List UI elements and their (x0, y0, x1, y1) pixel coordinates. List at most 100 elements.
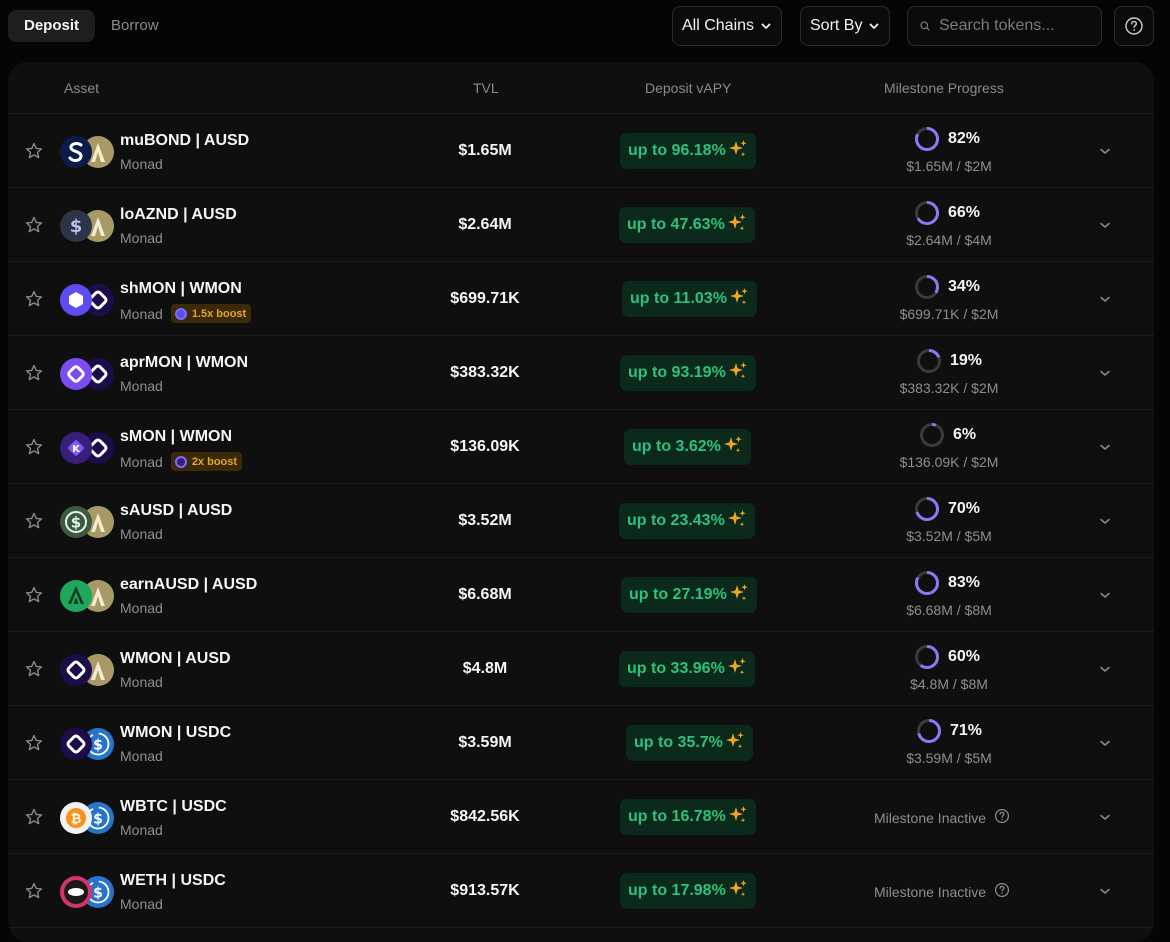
expand-chevron-icon[interactable] (1098, 662, 1112, 676)
favorite-star-icon[interactable] (24, 881, 44, 901)
boost-token-icon (174, 455, 187, 468)
expand-chevron-icon[interactable] (1098, 366, 1112, 380)
chain-label-wrap: Monad (120, 748, 163, 764)
table-row[interactable]: ₿ $ WBTC | USDC Monad $842.56K up to 16.78% Mi… (8, 780, 1154, 854)
token-pair-icons (60, 284, 114, 316)
table-row[interactable]: aprMON | WMON Monad $383.32K up to 93.19% 19… (8, 336, 1154, 410)
favorite-star-icon[interactable] (24, 511, 44, 531)
milestone-progress-ring (919, 422, 945, 448)
milestone-progress-text: $383.32K / $2M (899, 380, 999, 396)
apy-badge[interactable]: up to 11.03% (622, 281, 757, 317)
chain-label: Monad (120, 600, 163, 616)
chain-label: Monad (120, 896, 163, 912)
sausd-token-icon: $ (60, 506, 92, 538)
milestone-percent: 82% (948, 130, 981, 147)
chain-label: Monad (120, 453, 163, 470)
apy-badge[interactable]: up to 33.96% (619, 651, 755, 687)
milestone-progress-text: $6.68M / $8M (906, 602, 992, 618)
search-box (907, 6, 1102, 46)
milestone-percent: 34% (948, 278, 981, 295)
token-pair-icons (60, 136, 114, 168)
smon-token-icon: K (60, 432, 92, 464)
table-row[interactable]: $ sAUSD | AUSD Monad $3.52M up to 23.43% 70% $… (8, 484, 1154, 558)
table-row[interactable]: shMON | WMON Monad 1.5x boost $699.71K up to… (8, 262, 1154, 336)
apy-badge[interactable]: up to 3.62% (624, 429, 751, 465)
sort-dropdown[interactable]: Sort By (800, 6, 891, 46)
svg-text:$: $ (93, 738, 103, 754)
milestone-inactive-label: Milestone Inactive (874, 809, 987, 826)
search-input[interactable] (939, 17, 1089, 35)
help-button[interactable] (1114, 6, 1154, 46)
expand-chevron-icon[interactable] (1098, 884, 1112, 898)
table-row[interactable]: WMON | AUSD Monad $4.8M up to 33.96% 60% $4.8… (8, 632, 1154, 706)
table-row[interactable]: $ loAZND | AUSD Monad $2.64M up to 47.63% 66%… (8, 188, 1154, 262)
sparkle-icon (728, 139, 748, 164)
favorite-star-icon[interactable] (24, 215, 44, 235)
apy-badge[interactable]: up to 16.78% (620, 799, 756, 835)
table-row[interactable]: KsMON | WMON Monad 2x boost $136.09K up to 3… (8, 410, 1154, 484)
favorite-star-icon[interactable] (24, 585, 44, 605)
apy-value: up to 17.98% (628, 882, 726, 899)
favorite-star-icon[interactable] (24, 659, 44, 679)
boost-badge: 1.5x boost (170, 304, 252, 323)
apy-value: up to 16.78% (628, 808, 726, 825)
apy-badge[interactable]: up to 47.63% (619, 207, 755, 243)
table-row[interactable]: $ WMON | USDC Monad $3.59M up to 35.7% 71% $3.… (8, 706, 1154, 780)
milestone-percent: 71% (950, 722, 983, 739)
tvl-value: $842.56K (450, 808, 520, 825)
milestone-progress-text: $3.59M / $5M (906, 750, 992, 766)
apy-value: up to 93.19% (628, 364, 726, 381)
favorite-star-icon[interactable] (24, 289, 44, 309)
expand-chevron-icon[interactable] (1098, 218, 1112, 232)
apy-badge[interactable]: up to 17.98% (620, 873, 756, 909)
sparkle-icon (727, 213, 747, 238)
apy-badge[interactable]: up to 96.18% (620, 133, 756, 169)
boost-badge: 2x boost (170, 452, 243, 471)
chevron-down-icon (761, 23, 771, 29)
apy-badge[interactable]: up to 35.7% (626, 725, 753, 761)
expand-chevron-icon[interactable] (1098, 144, 1112, 158)
chain-label-wrap: Monad (120, 230, 163, 246)
chain-label: Monad (120, 748, 163, 764)
milestone-progress-text: $136.09K / $2M (899, 454, 999, 470)
table-row[interactable]: $ WETH | USDC Monad $913.57K up to 17.98% Mil… (8, 854, 1154, 928)
sparkle-icon (728, 879, 748, 904)
chain-label-wrap: Monad (120, 526, 163, 542)
expand-chevron-icon[interactable] (1098, 588, 1112, 602)
favorite-star-icon[interactable] (24, 733, 44, 753)
svg-text:₿: ₿ (71, 812, 82, 827)
milestone-percent: 19% (950, 352, 983, 369)
apy-badge[interactable]: up to 23.43% (619, 503, 755, 539)
tvl-value: $6.68M (458, 586, 512, 603)
column-header-tvl: TVL (473, 80, 499, 96)
favorite-star-icon[interactable] (24, 807, 44, 827)
expand-chevron-icon[interactable] (1098, 292, 1112, 306)
asset-pair-name: WMON | USDC (120, 724, 232, 741)
expand-chevron-icon[interactable] (1098, 810, 1112, 824)
table-row[interactable]: muBOND | AUSD Monad $1.65M up to 96.18% 82% $… (8, 114, 1154, 188)
table-row[interactable]: earnAUSD | AUSD Monad $6.68M up to 27.19% 83… (8, 558, 1154, 632)
tab-deposit[interactable]: Deposit (8, 10, 96, 42)
question-icon[interactable] (994, 882, 1010, 901)
milestone-percent: 83% (948, 574, 981, 591)
apy-badge[interactable]: up to 93.19% (620, 355, 756, 391)
tab-borrow[interactable]: Borrow (95, 10, 175, 42)
chain-label-wrap: Monad (120, 156, 163, 172)
favorite-star-icon[interactable] (24, 437, 44, 457)
apy-badge[interactable]: up to 27.19% (621, 577, 757, 613)
wmon-token-icon (60, 654, 92, 686)
chain-label-wrap: Monad 1.5x boost (120, 304, 252, 323)
chain-filter-dropdown[interactable]: All Chains (672, 6, 783, 46)
question-icon[interactable] (994, 808, 1010, 827)
expand-chevron-icon[interactable] (1098, 440, 1112, 454)
chain-label-wrap: Monad 2x boost (120, 452, 243, 471)
chain-label: Monad (120, 378, 163, 394)
milestone-progress-text: $2.64M / $4M (906, 232, 992, 248)
favorite-star-icon[interactable] (24, 363, 44, 383)
sparkle-icon (727, 509, 747, 534)
expand-chevron-icon[interactable] (1098, 736, 1112, 750)
svg-text:K: K (72, 444, 81, 455)
favorite-star-icon[interactable] (24, 141, 44, 161)
expand-chevron-icon[interactable] (1098, 514, 1112, 528)
boost-label: 1.5x boost (191, 307, 247, 320)
